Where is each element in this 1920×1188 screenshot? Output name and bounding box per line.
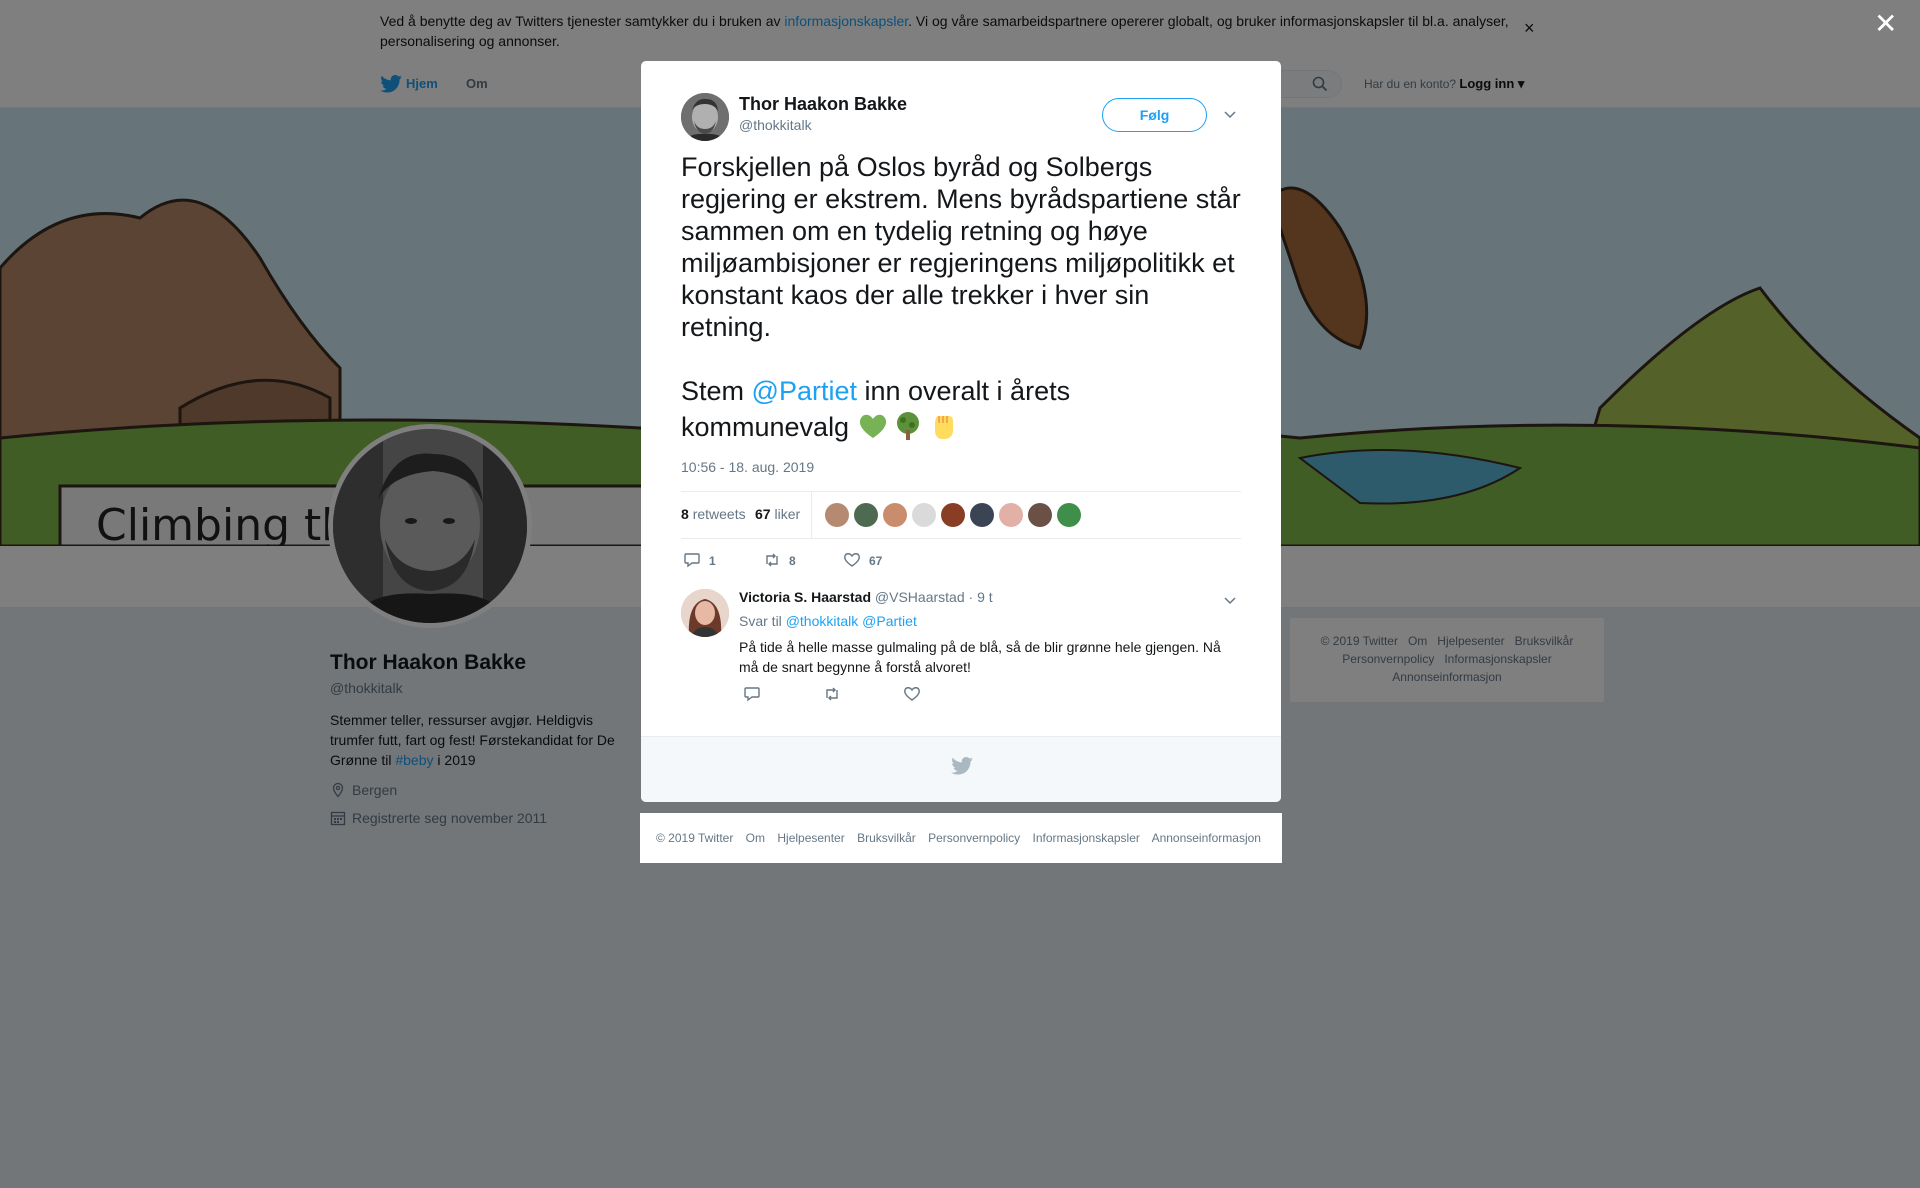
tweet-mention-link[interactable]: @Partiet xyxy=(752,376,857,406)
tweet-text-cta-start: Stem xyxy=(681,376,752,406)
tweet-author-name[interactable]: Thor Haakon Bakke xyxy=(739,94,907,115)
liker-avatar[interactable] xyxy=(883,503,907,527)
retweets-count: 8 xyxy=(681,506,689,522)
chevron-down-icon[interactable] xyxy=(1223,107,1237,121)
follow-button[interactable]: Følg xyxy=(1102,98,1207,132)
chevron-down-icon[interactable] xyxy=(1223,593,1237,607)
twitter-bird-icon xyxy=(951,757,973,775)
footer-link-about[interactable]: Om xyxy=(746,831,765,845)
retweet-icon[interactable] xyxy=(823,685,841,703)
reply-to: Svar til @thokkitalk @Partiet xyxy=(739,613,917,629)
liker-avatar[interactable] xyxy=(825,503,849,527)
likes-stat[interactable]: 67 liker xyxy=(755,506,800,522)
raised-fist-icon xyxy=(934,416,953,439)
retweet-action[interactable]: 8 xyxy=(763,551,796,571)
stats-divider xyxy=(811,492,812,538)
modal-footer: © 2019 Twitter Om Hjelpesenter Bruksvilk… xyxy=(640,813,1282,863)
tweet-author-avatar[interactable] xyxy=(681,93,729,141)
tweet-text-cta: Stem @Partiet inn overalt i årets kommun… xyxy=(681,373,1241,445)
reply-author-handle[interactable]: @VSHaarstad xyxy=(875,589,965,605)
likes-count: 67 xyxy=(755,506,771,522)
heart-icon[interactable] xyxy=(903,685,921,703)
reply-count: 1 xyxy=(709,554,716,568)
footer-link-help[interactable]: Hjelpesenter xyxy=(777,831,844,845)
heart-icon[interactable] xyxy=(843,551,861,569)
liker-avatar[interactable] xyxy=(1028,503,1052,527)
footer-link-privacy[interactable]: Personvernpolicy xyxy=(928,831,1020,845)
tweet-modal: Thor Haakon Bakke @thokkitalk Følg Forsk… xyxy=(641,61,1281,802)
tweet-text: Forskjellen på Oslos byråd og Solbergs r… xyxy=(681,152,1241,342)
tweet-timestamp[interactable]: 10:56 - 18. aug. 2019 xyxy=(681,459,814,475)
tree-icon xyxy=(896,412,919,440)
reply-author-avatar[interactable] xyxy=(681,589,729,637)
footer-link-cookies[interactable]: Informasjonskapsler xyxy=(1033,831,1140,845)
reply-action[interactable]: 1 xyxy=(683,551,716,571)
liker-avatar[interactable] xyxy=(999,503,1023,527)
retweets-stat[interactable]: 8 retweets xyxy=(681,506,746,522)
reply-author-name[interactable]: Victoria S. Haarstad xyxy=(739,589,871,605)
reply-timestamp[interactable]: · 9 t xyxy=(969,589,993,605)
likes-label: liker xyxy=(774,506,801,522)
footer-link-terms[interactable]: Bruksvilkår xyxy=(857,831,916,845)
close-icon[interactable]: ✕ xyxy=(1874,10,1897,38)
liker-avatar[interactable] xyxy=(1057,503,1081,527)
reply-to-mention-2[interactable]: @Partiet xyxy=(862,613,917,629)
retweet-count: 8 xyxy=(789,554,796,568)
retweets-label: retweets xyxy=(692,506,746,522)
reply-to-label: Svar til xyxy=(739,613,782,629)
like-action[interactable]: 67 xyxy=(843,551,882,571)
footer-copyright: © 2019 Twitter xyxy=(656,831,734,845)
liker-avatar[interactable] xyxy=(912,503,936,527)
tweet-author-handle[interactable]: @thokkitalk xyxy=(739,117,812,133)
liker-avatar[interactable] xyxy=(854,503,878,527)
liker-avatar[interactable] xyxy=(970,503,994,527)
green-heart-icon xyxy=(859,414,886,438)
modal-bottom-bar xyxy=(641,736,1281,802)
footer-link-ads[interactable]: Annonseinformasjon xyxy=(1152,831,1261,845)
author-avatar-photo xyxy=(681,93,729,141)
retweet-icon[interactable] xyxy=(763,551,781,569)
reply-avatar-photo xyxy=(681,589,729,637)
reply-header: Victoria S. Haarstad @VSHaarstad · 9 t xyxy=(739,589,993,605)
like-count: 67 xyxy=(869,554,883,568)
tweet-stats: 8 retweets 67 liker xyxy=(681,491,1241,539)
liker-avatar[interactable] xyxy=(941,503,965,527)
reply-to-mention-1[interactable]: @thokkitalk xyxy=(786,613,859,629)
reply-icon[interactable] xyxy=(683,551,701,569)
reply-text: På tide å helle masse gulmaling på de bl… xyxy=(739,639,1221,675)
reply-icon[interactable] xyxy=(743,685,761,703)
